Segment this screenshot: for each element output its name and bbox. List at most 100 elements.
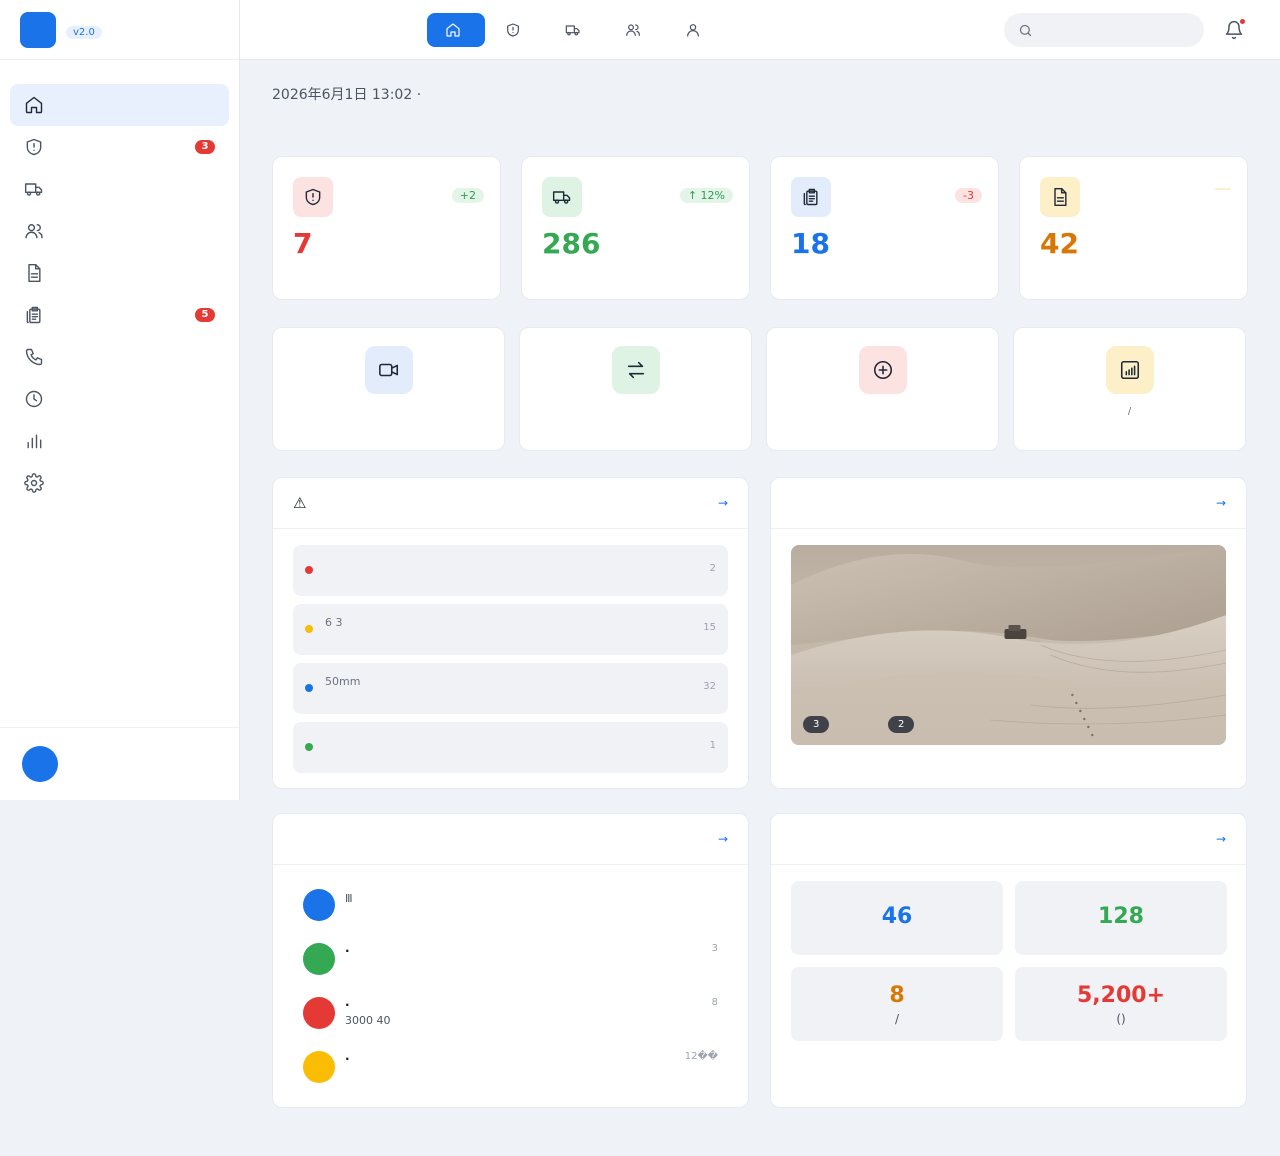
severity-dot: [305, 684, 313, 692]
message-text: 3000 40: [345, 1014, 391, 1027]
alert-item[interactable]: 2: [293, 545, 728, 596]
sidebar-item-8[interactable]: [10, 420, 229, 462]
photo-panel: → 3 2: [770, 477, 1247, 789]
stat-value: 18: [791, 227, 830, 260]
document-icon: [28, 263, 41, 283]
avatar: [303, 997, 335, 1029]
tab-4[interactable]: [667, 13, 725, 47]
trend-chip: -3: [955, 188, 982, 203]
alert-time: 15: [703, 622, 716, 633]
stat-value: 42: [1040, 227, 1079, 260]
desert-image: [791, 545, 1226, 745]
photo-tag-1: 3: [803, 716, 830, 733]
tab-3[interactable]: [607, 13, 665, 47]
message-item[interactable]: · 12��: [303, 1051, 718, 1105]
alert-time: 2: [709, 563, 716, 574]
quick-action-button[interactable]: [766, 327, 999, 451]
sidebar-item-5[interactable]: 5: [10, 294, 229, 336]
alert-item[interactable]: 50mm 32: [293, 663, 728, 714]
clock-icon: [25, 390, 43, 408]
sidebar-item-1[interactable]: 3: [10, 126, 229, 168]
photo-view-all-link[interactable]: →: [1216, 496, 1226, 510]
sidebar-item-3[interactable]: [10, 210, 229, 252]
summary-value: 46: [881, 903, 913, 929]
current-user[interactable]: [0, 727, 239, 800]
shield-alert-icon: [26, 138, 42, 156]
top-bar: [240, 0, 1280, 60]
sidebar-item-6[interactable]: [10, 336, 229, 378]
message-time: 3: [711, 943, 718, 954]
sidebar-item-9[interactable]: [10, 462, 229, 504]
users-icon: [626, 24, 640, 36]
summary-value: 128: [1098, 903, 1144, 929]
summary-value: 5,200+: [1076, 982, 1166, 1008]
stat-value: 7: [293, 227, 313, 260]
users-icon: [25, 224, 43, 239]
message-time: 8: [711, 997, 718, 1008]
trend-chip: +2: [451, 188, 484, 203]
top-tabs: [427, 13, 727, 47]
avatar: [303, 889, 335, 921]
messages-view-all-link[interactable]: →: [718, 832, 728, 846]
message-sender: ·: [345, 944, 350, 958]
shield-alert-icon: [305, 188, 321, 206]
trend-chip: ↑ 12%: [679, 188, 733, 203]
stat-card[interactable]: ↑ 12% 286: [521, 156, 750, 300]
stat-card[interactable]: 42: [1019, 156, 1248, 300]
quick-action-button[interactable]: /: [1013, 327, 1246, 451]
alerts-list: 2 6 3 15 50mm 32 1: [273, 545, 748, 773]
video-icon: [378, 363, 398, 377]
alerts-view-all-link[interactable]: →: [718, 496, 728, 510]
message-sender: [345, 889, 718, 890]
avatar: [303, 1051, 335, 1083]
search-icon: [1019, 24, 1032, 36]
quick-action-button[interactable]: [519, 327, 752, 451]
message-sender: ·: [345, 998, 350, 1012]
search-input[interactable]: [1041, 22, 1181, 38]
tab-0[interactable]: [427, 13, 485, 47]
shield-alert-icon: [507, 23, 519, 37]
search-box[interactable]: [1004, 13, 1204, 47]
summary-cell: 46: [791, 881, 1003, 955]
message-item[interactable]: · 3000 40 8: [303, 997, 718, 1051]
alert-time: 32: [703, 681, 716, 692]
summary-cell: 128: [1015, 881, 1227, 955]
version-badge: v2.0: [66, 26, 102, 39]
stat-card[interactable]: -3 18: [770, 156, 999, 300]
sidebar-item-7[interactable]: [10, 378, 229, 420]
document-icon: [1054, 187, 1067, 207]
truck-icon: [24, 183, 43, 196]
avatar: [303, 943, 335, 975]
plus-circle-icon: [873, 360, 892, 380]
stat-card[interactable]: +2 7: [272, 156, 501, 300]
message-text: Ⅲ: [345, 892, 353, 905]
alert-item[interactable]: 6 3 15: [293, 604, 728, 655]
messages-list: Ⅲ · 3 · 3000 40 8 · 12��: [273, 889, 748, 1105]
tab-1[interactable]: [487, 13, 545, 47]
trend-chip: [1215, 188, 1231, 190]
alerts-panel-title: ⚠: [293, 494, 307, 512]
alert-item[interactable]: 1: [293, 722, 728, 773]
sidebar-item-0[interactable]: [10, 84, 229, 126]
message-item[interactable]: · 3: [303, 943, 718, 997]
sidebar-item-2[interactable]: [10, 168, 229, 210]
tab-2[interactable]: [547, 13, 605, 47]
nav-section-title: [0, 60, 239, 84]
alert-description: 50mm: [325, 675, 361, 688]
swap-icon: [627, 361, 644, 379]
action-subtitle: /: [1127, 406, 1132, 417]
sidebar: v2.0 3 5: [0, 0, 240, 800]
message-item[interactable]: Ⅲ: [303, 889, 718, 943]
quick-action-button[interactable]: [272, 327, 505, 451]
summary-view-all-link[interactable]: →: [1216, 832, 1226, 846]
clipboard-icon: [803, 188, 818, 206]
alert-time: 1: [709, 740, 716, 751]
sidebar-item-4[interactable]: [10, 252, 229, 294]
notification-dot: [1240, 19, 1245, 24]
truck-icon: [565, 25, 580, 36]
clipboard-icon: [26, 306, 41, 324]
truck-icon: [552, 191, 571, 204]
desert-photo[interactable]: 3 2: [791, 545, 1226, 745]
summary-label: (): [1116, 1011, 1126, 1026]
page-subtitle: 2026年6月1日 13:02 ·: [272, 87, 422, 103]
